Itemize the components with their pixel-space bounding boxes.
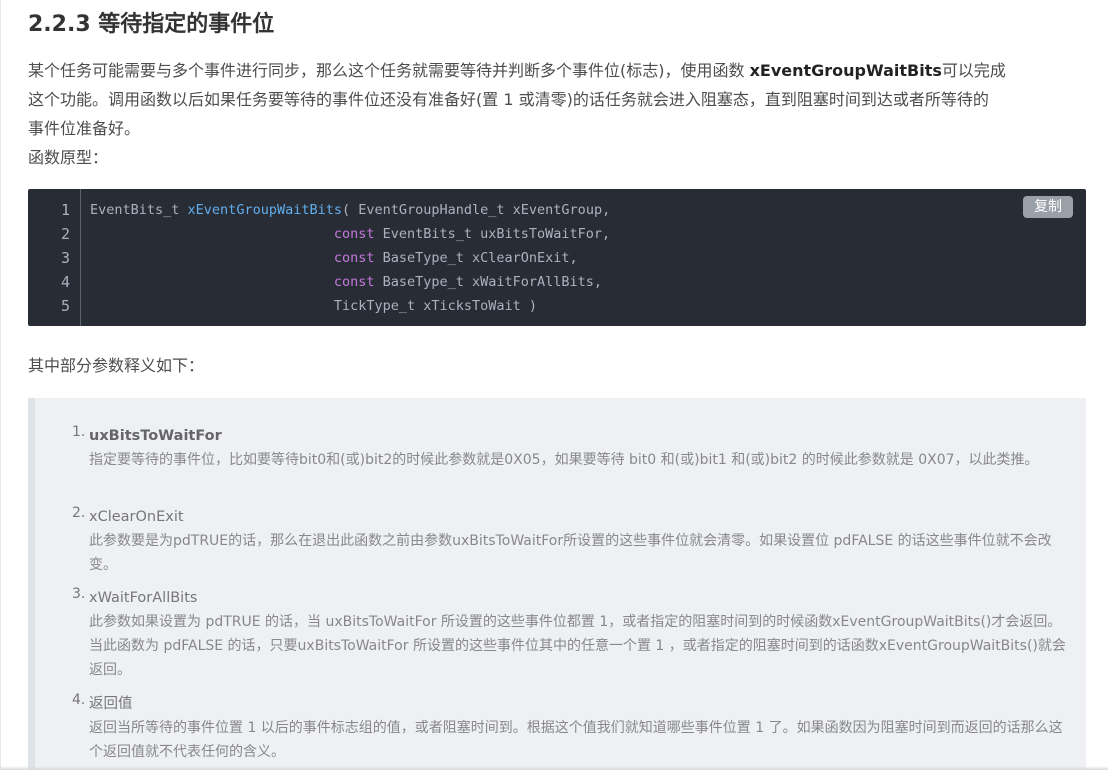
line-number: 1 bbox=[60, 201, 70, 219]
code-function-token: xEventGroupWaitBits bbox=[187, 202, 342, 218]
code-keyword: const bbox=[333, 226, 375, 242]
code-token: BaseType_t xClearOnExit, bbox=[374, 250, 578, 266]
bottom-edge-shadow bbox=[0, 766, 1108, 770]
param-description: 此参数如果设置为 pdTRUE 的话，当 uxBitsToWaitFor 所设置… bbox=[89, 614, 1066, 678]
param-name: xClearOnExit bbox=[89, 509, 184, 525]
param-description: 此参数要是为pdTRUE的话，那么在退出此函数之前由参数uxBitsToWait… bbox=[89, 533, 1052, 573]
line-number: 4 bbox=[60, 273, 70, 291]
param-name: xWaitForAllBits bbox=[89, 590, 198, 606]
params-blockquote: 1. uxBitsToWaitFor 指定要等待的事件位，比如要等待bit0和(… bbox=[28, 398, 1086, 770]
intro-line-1: 某个任务可能需要与多个事件进行同步，那么这个任务就需要等待并判断多个事件位(标志… bbox=[28, 56, 1086, 85]
prototype-label: 函数原型： bbox=[28, 148, 109, 167]
function-name: xEventGroupWaitBits bbox=[749, 61, 942, 80]
page-left-border bbox=[0, 0, 1, 770]
code-line-3: const BaseType_t xClearOnExit, bbox=[90, 250, 578, 266]
line-number: 2 bbox=[60, 225, 70, 243]
code-token: EventBits_t bbox=[90, 202, 188, 218]
code-token: BaseType_t xWaitForAllBits, bbox=[374, 274, 603, 290]
code-block: 1 2 3 4 5 EventBits_t xEventGroupWaitBit… bbox=[28, 189, 1086, 326]
line-number: 3 bbox=[60, 249, 70, 267]
copy-code-button[interactable]: 复制 bbox=[1023, 196, 1073, 218]
code-token: EventBits_t uxBitsToWaitFor, bbox=[374, 226, 611, 242]
param-name: 返回值 bbox=[89, 696, 133, 712]
param-name: uxBitsToWaitFor bbox=[89, 428, 222, 444]
intro-line-2: 这个功能。调用函数以后如果任务要等待的事件位还没有准备好(置 1 或清零)的话任… bbox=[28, 90, 989, 109]
param-description: 返回当所等待的事件位置 1 以后的事件标志组的值，或者阻塞时间到。根据这个值我们… bbox=[89, 720, 1063, 760]
code-token: TickType_t xTicksToWait ) bbox=[333, 298, 538, 314]
intro-text: 某个任务可能需要与多个事件进行同步，那么这个任务就需要等待并判断多个事件位(标志… bbox=[28, 61, 750, 80]
line-number: 5 bbox=[60, 297, 70, 315]
code-token: ( EventGroupHandle_t xEventGroup, bbox=[341, 202, 611, 218]
param-description: 指定要等待的事件位，比如要等待bit0和(或)bit2的时候此参数就是0X05，… bbox=[89, 452, 1039, 468]
params-intro: 其中部分参数释义如下： bbox=[28, 356, 205, 375]
line-number-gutter: 1 2 3 4 5 bbox=[28, 189, 81, 326]
code-line-1: EventBits_t xEventGroupWaitBits( EventGr… bbox=[90, 202, 610, 218]
code-line-2: const EventBits_t uxBitsToWaitFor, bbox=[90, 226, 610, 242]
code-keyword: const bbox=[333, 250, 375, 266]
code-keyword: const bbox=[333, 274, 375, 290]
code-line-5: TickType_t xTicksToWait ) bbox=[90, 298, 537, 314]
section-title: 2.2.3 等待指定的事件位 bbox=[28, 12, 275, 37]
intro-line-3: 事件位准备好。 bbox=[28, 119, 141, 138]
intro-text-tail: 可以完成 bbox=[941, 61, 1006, 80]
code-line-4: const BaseType_t xWaitForAllBits, bbox=[90, 274, 602, 290]
